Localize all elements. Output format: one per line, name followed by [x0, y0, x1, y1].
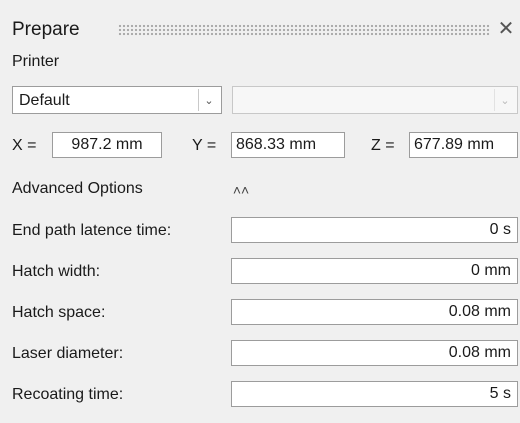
field-label-hatch-space: Hatch space: — [12, 304, 106, 321]
printer-select-value: Default — [19, 92, 70, 109]
field-label-end-path-latence-time: End path latence time: — [12, 222, 172, 239]
hatch-width-input[interactable]: 0 mm — [231, 258, 518, 284]
chevron-double-up-icon[interactable]: ˄˄ — [231, 180, 251, 200]
recoating-time-input[interactable]: 5 s — [231, 381, 518, 407]
close-icon[interactable]: ✕ — [494, 16, 518, 40]
field-label-recoating-time: Recoating time: — [12, 386, 124, 403]
y-label: Y = — [192, 137, 217, 154]
hatch-space-input[interactable]: 0.08 mm — [231, 299, 518, 325]
field-label-laser-diameter: Laser diameter: — [12, 345, 124, 362]
advanced-options-label: Advanced Options — [12, 180, 143, 197]
z-coordinate-field[interactable]: 677.89 mm — [409, 132, 518, 158]
printer-label: Printer — [12, 53, 60, 70]
x-coordinate-field[interactable]: 987.2 mm — [52, 132, 162, 158]
x-label: X = — [12, 137, 37, 154]
end-path-latence-time-input[interactable]: 0 s — [231, 217, 518, 243]
z-label: Z = — [371, 137, 395, 154]
panel-title: Prepare — [12, 19, 80, 40]
printer-select[interactable]: Default ⌄ — [12, 86, 222, 114]
panel-header: Prepare — [12, 15, 80, 45]
laser-diameter-input[interactable]: 0.08 mm — [231, 340, 518, 366]
prepare-panel: Prepare ✕ Printer Default ⌄ ⌄ X = 987.2 … — [0, 0, 520, 423]
secondary-select[interactable]: ⌄ — [232, 86, 518, 114]
y-coordinate-field[interactable]: 868.33 mm — [231, 132, 345, 158]
field-label-hatch-width: Hatch width: — [12, 263, 101, 280]
drag-grip[interactable] — [118, 24, 490, 36]
chevron-down-icon[interactable]: ⌄ — [494, 89, 515, 111]
chevron-down-icon[interactable]: ⌄ — [198, 89, 219, 111]
